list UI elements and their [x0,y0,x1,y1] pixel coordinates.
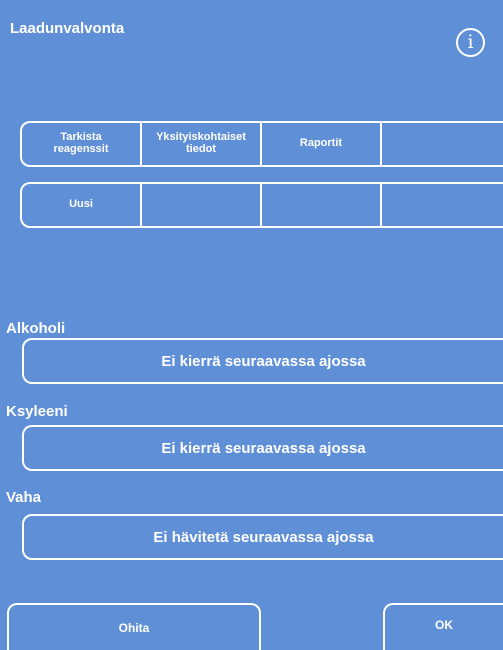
tab-empty-2[interactable] [142,184,262,226]
wax-disposal-button[interactable]: Ei hävitetä seuraavassa ajossa [22,514,503,560]
tab-row-2: Uusi [20,182,503,228]
wax-label: Vaha [6,489,42,506]
tab-reports[interactable]: Raportit [262,123,382,165]
tab-new[interactable]: Uusi [22,184,142,226]
ok-button[interactable]: OK [383,603,503,650]
page-title: Laadunvalvonta [10,20,125,37]
tab-empty-1[interactable] [382,123,503,165]
alcohol-rotation-button[interactable]: Ei kierrä seuraavassa ajossa [22,338,503,384]
xylene-rotation-button[interactable]: Ei kierrä seuraavassa ajossa [22,425,503,471]
tab-check-reagents[interactable]: Tarkista reagenssit [22,123,142,165]
skip-button[interactable]: Ohita [7,603,261,650]
xylene-label: Ksyleeni [6,403,68,420]
info-glyph: i [467,31,474,53]
tab-empty-4[interactable] [382,184,503,226]
tab-empty-3[interactable] [262,184,382,226]
tab-row-1: Tarkista reagenssit Yksityiskohtaiset ti… [20,121,503,167]
quality-control-screen: Laadunvalvonta i Tarkista reagenssit Yks… [0,0,503,650]
alcohol-label: Alkoholi [6,320,66,337]
info-icon[interactable]: i [456,28,485,57]
tab-details[interactable]: Yksityiskohtaiset tiedot [142,123,262,165]
